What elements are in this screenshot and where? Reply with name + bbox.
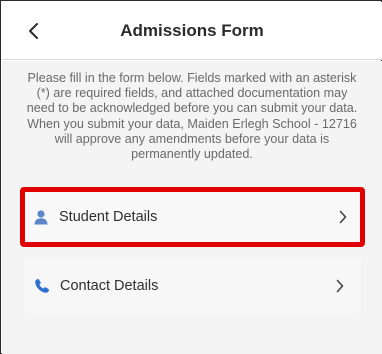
chevron-right-icon [336, 210, 350, 224]
student-details-item[interactable]: Student Details [20, 187, 365, 247]
chevron-right-icon [333, 279, 347, 293]
chevron-left-icon [29, 23, 38, 39]
page-title: Admissions Form [120, 20, 264, 40]
contact-details-item[interactable]: Contact Details [24, 258, 361, 314]
back-button[interactable] [22, 20, 44, 42]
intro-text: Please fill in the form below. Fields ma… [26, 71, 358, 162]
contact-details-label: Contact Details [60, 278, 159, 294]
header-bar: Admissions Form [2, 2, 382, 60]
phone-icon [34, 278, 50, 294]
person-icon [33, 209, 49, 225]
student-details-label: Student Details [59, 209, 158, 225]
app-frame: Admissions Form Please fill in the form … [0, 0, 382, 354]
form-content: Please fill in the form below. Fields ma… [2, 61, 382, 354]
